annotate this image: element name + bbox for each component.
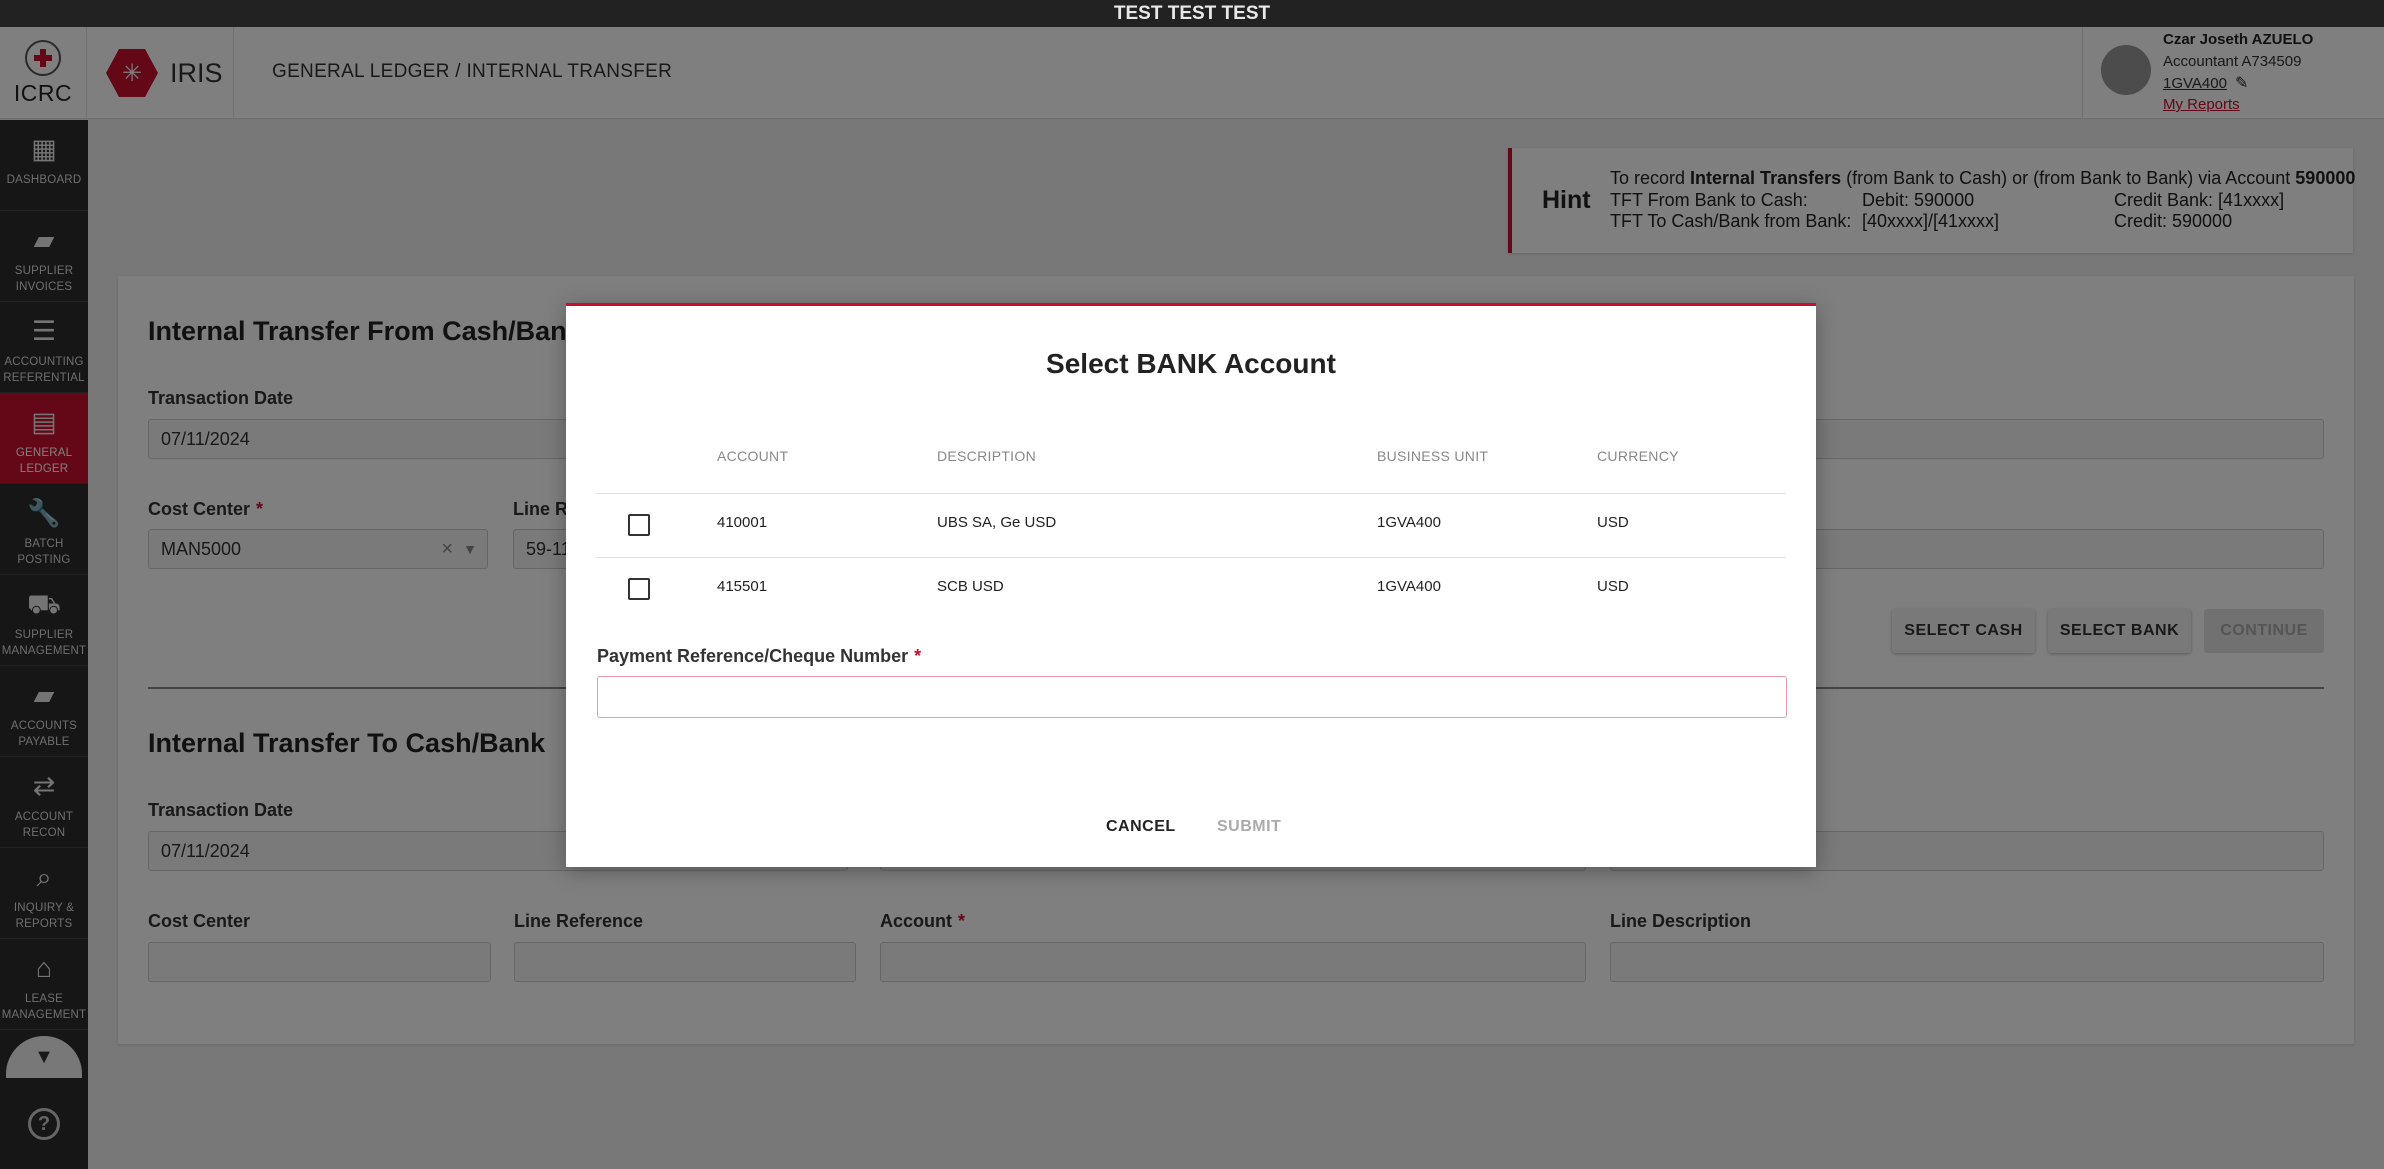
cell-account: 415501 [717,578,768,595]
payment-reference-input[interactable] [597,676,1787,718]
cell-currency: USD [1597,578,1629,595]
submit-button[interactable]: SUBMIT [1217,818,1281,836]
cell-currency: USD [1597,514,1629,531]
environment-banner: TEST TEST TEST [0,0,2384,27]
column-header-currency: CURRENCY [1597,448,1679,464]
table-row[interactable]: 415501 SCB USD 1GVA400 USD [596,558,1786,621]
cell-account: 410001 [717,514,768,531]
column-header-description: DESCRIPTION [937,448,1036,464]
column-header-business-unit: BUSINESS UNIT [1377,448,1489,464]
select-bank-account-dialog: Select BANK Account ACCOUNT DESCRIPTION … [566,303,1816,867]
column-header-account: ACCOUNT [717,448,789,464]
dialog-title: Select BANK Account [1046,348,1336,379]
cell-description: UBS SA, Ge USD [937,514,1057,531]
row-checkbox[interactable] [628,578,650,600]
cell-business-unit: 1GVA400 [1377,514,1441,531]
cell-business-unit: 1GVA400 [1377,578,1441,595]
row-checkbox[interactable] [628,514,650,536]
cancel-button[interactable]: CANCEL [1106,818,1176,836]
table-row[interactable]: 410001 UBS SA, Ge USD 1GVA400 USD [596,494,1786,557]
payment-reference-label: Payment Reference/Cheque Number * [597,646,922,666]
cell-description: SCB USD [937,578,1004,595]
